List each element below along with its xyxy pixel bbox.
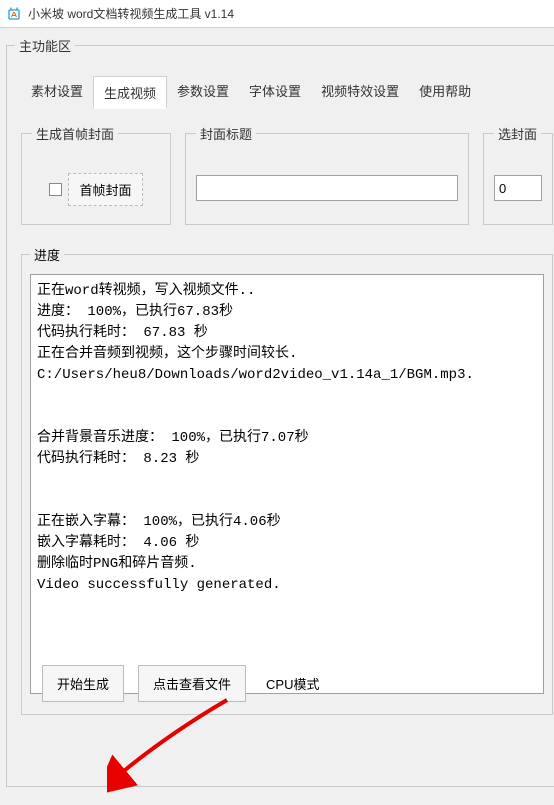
cover-title-input[interactable] <box>196 175 458 201</box>
start-generate-button[interactable]: 开始生成 <box>42 665 124 702</box>
tab-video-effect-settings[interactable]: 视频特效设置 <box>311 75 409 108</box>
first-frame-cover-checkbox[interactable] <box>49 183 62 196</box>
progress-groupbox: 进度 正在word转视频，写入视频文件.. 进度： 100%，已执行67.83秒… <box>21 245 553 715</box>
tab-material-settings[interactable]: 素材设置 <box>21 75 93 108</box>
tabs-bar: 素材设置 生成视频 参数设置 字体设置 视频特效设置 使用帮助 <box>15 75 553 108</box>
window-titlebar: 小米坡 word文档转视频生成工具 v1.14 <box>0 0 554 28</box>
main-functional-area: 主功能区 素材设置 生成视频 参数设置 字体设置 视频特效设置 使用帮助 生成首… <box>6 36 554 787</box>
cover-groupbox: 生成首帧封面 首帧封面 <box>21 124 171 225</box>
select-cover-groupbox: 选封面 0 <box>483 124 553 225</box>
first-frame-cover-button[interactable]: 首帧封面 <box>68 173 142 206</box>
tab-font-settings[interactable]: 字体设置 <box>239 75 311 108</box>
progress-log: 正在word转视频，写入视频文件.. 进度： 100%，已执行67.83秒 代码… <box>30 274 544 694</box>
cover-title-legend: 封面标题 <box>196 124 256 143</box>
cover-legend: 生成首帧封面 <box>32 124 118 143</box>
cover-title-groupbox: 封面标题 <box>185 124 469 225</box>
tab-generate-video[interactable]: 生成视频 <box>93 76 167 109</box>
cpu-mode-label: CPU模式 <box>260 666 319 701</box>
window-title: 小米坡 word文档转视频生成工具 v1.14 <box>28 5 234 22</box>
progress-legend: 进度 <box>30 245 64 264</box>
tab-param-settings[interactable]: 参数设置 <box>167 75 239 108</box>
tab-help[interactable]: 使用帮助 <box>409 75 481 108</box>
select-cover-legend: 选封面 <box>494 124 541 143</box>
main-legend: 主功能区 <box>15 36 75 55</box>
select-cover-value[interactable]: 0 <box>494 175 542 201</box>
app-icon <box>6 6 22 22</box>
view-file-button[interactable]: 点击查看文件 <box>138 665 246 702</box>
